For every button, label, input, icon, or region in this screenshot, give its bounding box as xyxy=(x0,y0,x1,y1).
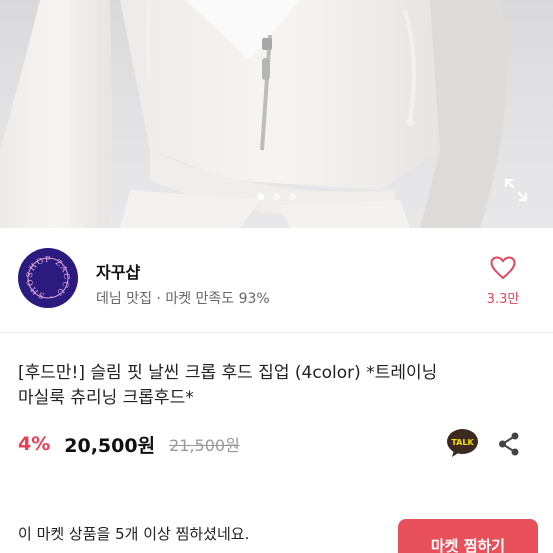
carousel-dot[interactable] xyxy=(257,193,264,200)
carousel-dot[interactable] xyxy=(289,193,296,200)
promo-bar: 이 마켓 상품을 5개 이상 찜하셨네요. 마켓 찜하기 xyxy=(0,497,553,553)
shop-logo-mark: SHOP ZACCU · SHOP ZACCU xyxy=(14,241,77,307)
talk-icon[interactable]: TALK xyxy=(446,428,479,458)
product-image[interactable] xyxy=(0,0,553,228)
shop-info-row: SHOP ZACCU · SHOP ZACCU 자꾸샵 데님 맛집 · 마켓 만… xyxy=(0,228,553,332)
shop-subtitle: 데님 맛집 · 마켓 만족도 93% xyxy=(96,291,270,307)
product-title-line: [후드만!] 슬림 핏 날씬 크롭 후드 집업 (4color) *트레이닝 xyxy=(18,363,438,383)
heart-icon xyxy=(490,256,516,280)
shop-name[interactable]: 자꾸샵 xyxy=(96,259,140,283)
share-icon[interactable] xyxy=(498,432,520,456)
original-price: 21,500원 xyxy=(169,436,240,455)
sale-price: 20,500원 xyxy=(64,434,156,457)
like-button[interactable]: 3.3만 xyxy=(483,256,523,307)
price-row: 4% 20,500원 21,500원 xyxy=(18,428,240,460)
promo-text: 이 마켓 상품을 5개 이상 찜하셨네요. xyxy=(18,525,250,543)
expand-icon[interactable] xyxy=(503,177,529,203)
carousel-dot[interactable] xyxy=(273,193,280,200)
like-count: 3.3만 xyxy=(486,292,520,307)
product-title-line: 마실룩 츄리닝 크롭후드* xyxy=(18,388,194,408)
talk-label: TALK xyxy=(451,438,474,447)
divider xyxy=(0,332,553,333)
shop-logo[interactable]: SHOP ZACCU · SHOP ZACCU xyxy=(14,241,78,308)
follow-market-button[interactable]: 마켓 찜하기 xyxy=(398,519,538,553)
carousel-dots xyxy=(0,193,553,200)
discount-rate: 4% xyxy=(18,433,51,455)
product-title: [후드만!] 슬림 핏 날씬 크롭 후드 집업 (4color) *트레이닝 마… xyxy=(18,361,538,411)
